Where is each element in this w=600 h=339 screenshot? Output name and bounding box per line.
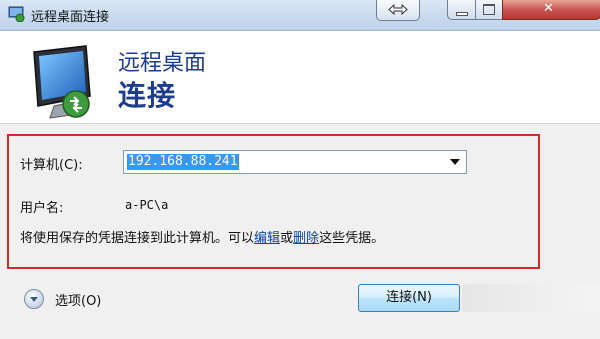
- computer-input-value[interactable]: 192.168.88.241: [127, 154, 239, 170]
- close-icon: ✕: [543, 1, 554, 16]
- maximize-icon: [483, 4, 495, 15]
- delete-link[interactable]: 删除: [293, 231, 319, 246]
- title-bar: 远程桌面连接 ✕: [0, 0, 600, 31]
- header-title-line1: 远程桌面: [118, 51, 207, 76]
- info-text-or: 或: [280, 231, 294, 246]
- monitor-connection-icon: [33, 45, 91, 119]
- username-value: a-PC\a: [125, 198, 169, 212]
- username-label: 用户名:: [20, 201, 64, 216]
- computer-label: 计算机(C):: [20, 158, 83, 173]
- minimize-icon: [456, 12, 468, 16]
- computer-combobox[interactable]: 192.168.88.241: [123, 150, 467, 174]
- connect-button[interactable]: 连接(N): [358, 284, 460, 312]
- close-button[interactable]: ✕: [502, 0, 600, 20]
- rdp-app-icon: [8, 6, 25, 22]
- maximize-button[interactable]: [475, 0, 503, 20]
- options-toggle[interactable]: 选项(O): [55, 290, 101, 309]
- credentials-info: 将使用保存的凭据连接到此计算机。可以编辑或删除这些凭据。: [20, 230, 450, 248]
- dialog-header: 远程桌面 连接: [0, 31, 600, 123]
- minimize-button[interactable]: [447, 0, 476, 20]
- info-text-prefix: 将使用保存的凭据连接到此计算机。可以: [20, 231, 255, 246]
- header-divider: [0, 123, 600, 124]
- edit-link[interactable]: 编辑: [254, 231, 280, 246]
- faded-area: [462, 284, 600, 312]
- dropdown-arrow-icon[interactable]: [450, 159, 460, 165]
- swap-button[interactable]: [376, 0, 420, 21]
- options-expand-icon[interactable]: [24, 289, 44, 309]
- window-title: 远程桌面连接: [31, 10, 110, 25]
- swap-arrows-icon: [388, 4, 408, 15]
- info-text-suffix: 这些凭据。: [319, 231, 385, 246]
- window-controls: ✕: [447, 0, 600, 20]
- header-title-line2: 连接: [118, 79, 177, 112]
